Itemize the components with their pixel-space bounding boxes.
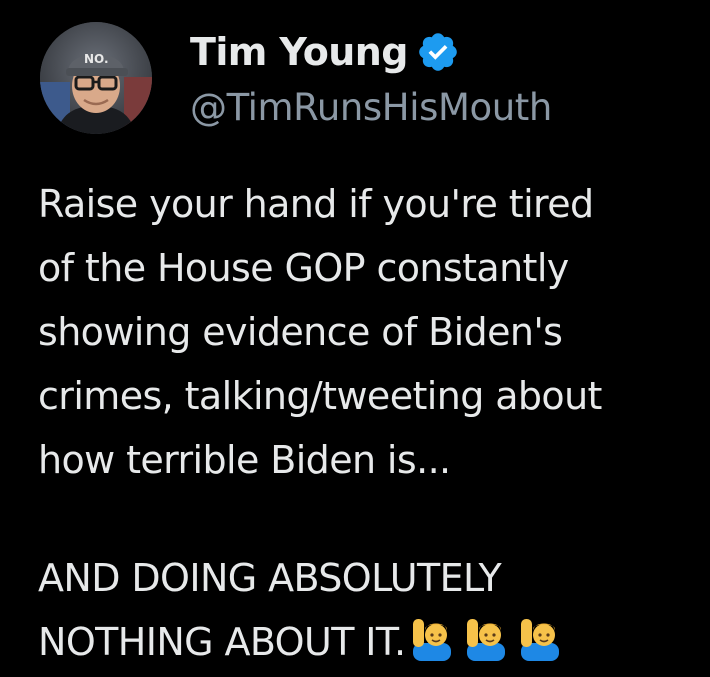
avatar[interactable]: NO. — [40, 22, 152, 134]
tweet-line: of the House GOP constantly — [38, 246, 569, 290]
user-handle[interactable]: @TimRunsHisMouth — [190, 86, 552, 129]
cap-logo: NO. — [84, 52, 109, 66]
tweet-line: AND DOING ABSOLUTELY — [38, 556, 502, 600]
emoji-group — [411, 617, 561, 661]
author-name-row: Tim Young — [190, 24, 460, 80]
tweet-card: NO. Tim Young @TimRunsHisMouth Raise you… — [0, 0, 710, 677]
person-raising-hand-icon — [413, 619, 452, 661]
tweet-line-text: NOTHING ABOUT IT. — [38, 620, 406, 664]
tweet-line: crimes, talking/tweeting about — [38, 374, 602, 418]
profile-photo-icon: NO. — [40, 22, 152, 134]
tweet-line: how terrible Biden is... — [38, 438, 451, 482]
verified-badge-icon[interactable] — [416, 30, 460, 74]
person-raising-hand-icon — [467, 619, 506, 661]
tweet-line-with-emoji: NOTHING ABOUT IT. — [38, 610, 698, 674]
display-name[interactable]: Tim Young — [190, 30, 408, 74]
tweet-paragraph-1: Raise your hand if you're tired of the H… — [38, 172, 698, 492]
person-raising-hand-icon — [521, 619, 560, 661]
tweet-text: Raise your hand if you're tired of the H… — [38, 172, 698, 674]
tweet-line: Raise your hand if you're tired — [38, 182, 594, 226]
tweet-line: showing evidence of Biden's — [38, 310, 563, 354]
tweet-paragraph-2: AND DOING ABSOLUTELY NOTHING ABOUT IT. — [38, 546, 698, 674]
